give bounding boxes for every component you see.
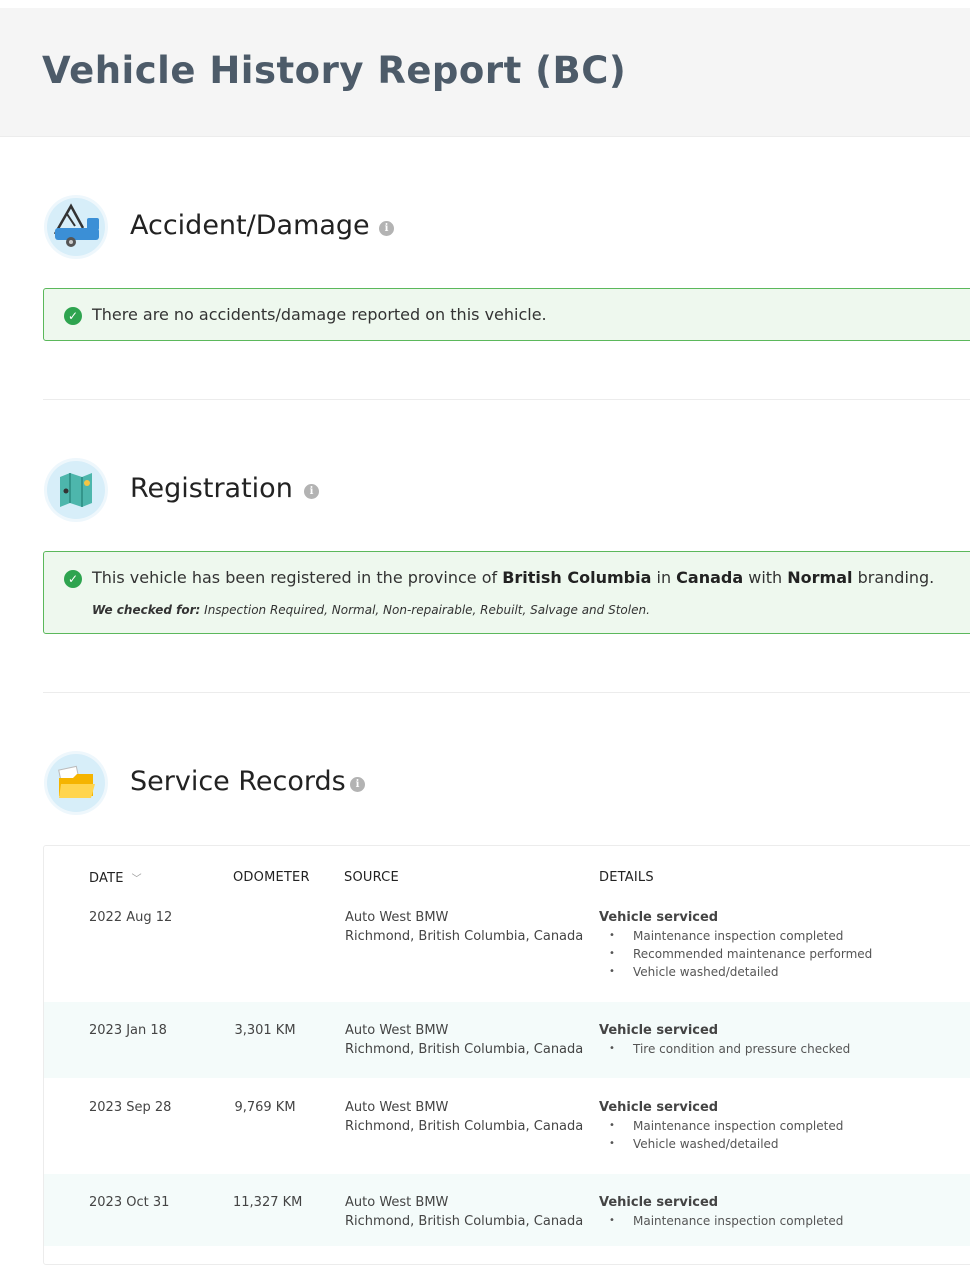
check-circle-icon: ✓	[64, 307, 82, 325]
row-date: 2023 Oct 31	[89, 1195, 170, 1210]
country-value: Canada	[676, 568, 744, 587]
info-icon[interactable]: i	[350, 777, 365, 792]
check-circle-icon: ✓	[64, 570, 82, 588]
row-source: Auto West BMW Richmond, British Columbia…	[345, 1100, 584, 1134]
province-value: British Columbia	[502, 568, 652, 587]
row-odometer: 9,769 KM	[234, 1100, 296, 1115]
row-odometer: 11,327 KM	[233, 1195, 303, 1210]
info-icon[interactable]: i	[304, 484, 319, 499]
info-icon[interactable]: i	[379, 221, 394, 236]
accident-section-title: Accident/Damage	[130, 210, 370, 241]
column-header-details: DETAILS	[599, 870, 654, 885]
list-item: Tire condition and pressure checked	[599, 1040, 850, 1058]
list-item: Recommended maintenance performed	[599, 945, 872, 963]
row-odometer: 3,301 KM	[234, 1023, 296, 1038]
folder-icon	[47, 754, 105, 812]
row-details: Vehicle serviced Maintenance inspection …	[599, 1193, 843, 1230]
row-date: 2022 Aug 12	[89, 910, 173, 925]
section-divider	[43, 692, 970, 693]
row-source: Auto West BMW Richmond, British Columbia…	[345, 1023, 584, 1057]
service-section-title: Service Records	[130, 766, 346, 797]
table-row: 2022 Aug 12 Auto West BMW Richmond, Brit…	[44, 900, 970, 1001]
table-row: 2023 Sep 28 9,769 KM Auto West BMW Richm…	[44, 1078, 970, 1174]
table-row: 2023 Jan 18 3,301 KM Auto West BMW Richm…	[44, 1002, 970, 1078]
row-source: Auto West BMW Richmond, British Columbia…	[345, 1195, 584, 1229]
checked-for-note: We checked for: Inspection Required, Nor…	[92, 603, 650, 617]
accident-alert: ✓ There are no accidents/damage reported…	[43, 288, 970, 341]
section-divider	[43, 399, 970, 400]
row-details: Vehicle serviced Maintenance inspection …	[599, 908, 872, 981]
chevron-down-icon: ﹀	[131, 874, 142, 885]
registration-alert: ✓ This vehicle has been registered in th…	[43, 551, 970, 634]
registration-message: This vehicle has been registered in the …	[92, 568, 935, 587]
registration-section-title: Registration	[130, 473, 293, 504]
row-details: Vehicle serviced Tire condition and pres…	[599, 1021, 850, 1058]
map-icon	[47, 461, 105, 519]
column-header-odometer: ODOMETER	[233, 870, 310, 885]
list-item: Vehicle washed/detailed	[599, 1135, 843, 1153]
column-header-source: SOURCE	[344, 870, 399, 885]
table-row: 2023 Oct 31 11,327 KM Auto West BMW Rich…	[44, 1174, 970, 1246]
row-source: Auto West BMW Richmond, British Columbia…	[345, 910, 584, 944]
accident-message: There are no accidents/damage reported o…	[92, 305, 547, 324]
page-title: Vehicle History Report (BC)	[42, 49, 627, 92]
list-item: Maintenance inspection completed	[599, 1117, 843, 1135]
page-header: Vehicle History Report (BC)	[0, 8, 970, 137]
tow-truck-icon	[47, 198, 105, 256]
list-item: Maintenance inspection completed	[599, 1212, 843, 1230]
branding-value: Normal	[787, 568, 853, 587]
column-header-date[interactable]: DATE ﹀	[89, 870, 142, 886]
list-item: Vehicle washed/detailed	[599, 963, 872, 981]
row-date: 2023 Sep 28	[89, 1100, 172, 1115]
row-details: Vehicle serviced Maintenance inspection …	[599, 1098, 843, 1153]
list-item: Maintenance inspection completed	[599, 927, 872, 945]
row-date: 2023 Jan 18	[89, 1023, 167, 1038]
